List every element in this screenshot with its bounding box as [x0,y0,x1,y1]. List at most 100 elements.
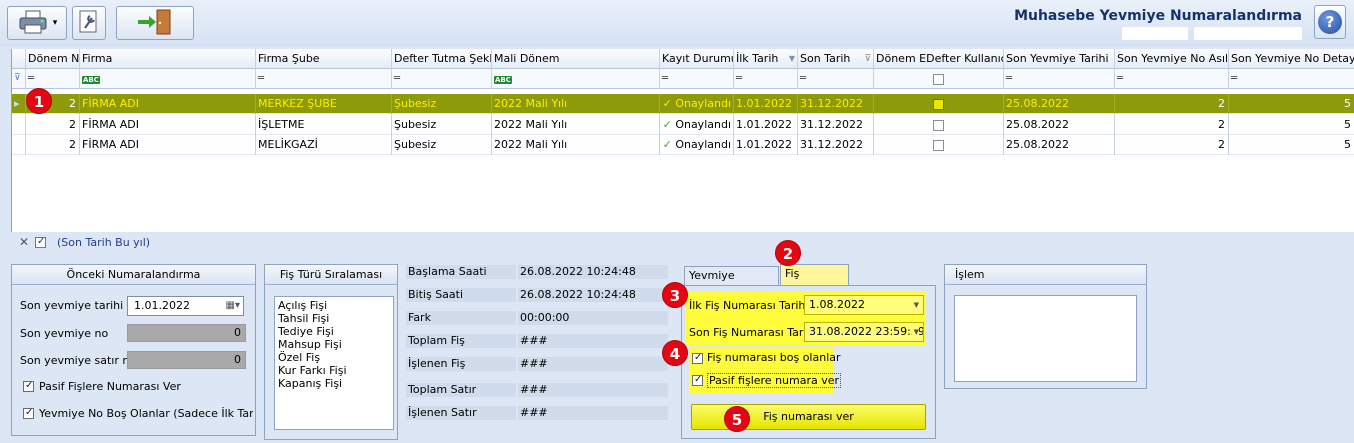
help-button[interactable]: ? [1314,5,1346,39]
filter-cell[interactable]: ═ [660,69,734,89]
tab-yevmiye-numarasi[interactable]: Yevmiye Numarası [684,266,779,300]
edefter-checkbox[interactable] [933,98,944,110]
col-son-yevmiye-asil[interactable]: Son Yevmiye No Asıl [1115,49,1229,69]
chevron-down-icon[interactable]: ▾ [53,18,58,28]
grid-header: Dönem No Firma Firma Şube Defter Tutma Ş… [12,49,1354,69]
filter-cell[interactable]: ═ [1229,69,1354,89]
yevmiye-bos-checkbox[interactable] [23,407,34,419]
chevron-down-icon: ▼ [911,323,919,341]
stat-label: Bitiş Saati [406,288,516,302]
list-item[interactable]: Tediye Fişi [278,325,390,338]
close-filter-icon[interactable]: ✕ [19,235,29,249]
settings-button[interactable] [72,6,106,40]
step-badge-5: 5 [724,406,750,432]
col-firma[interactable]: Firma [80,49,256,69]
ilk-fis-tarihi-combo[interactable]: 1.08.2022 ▼ [804,295,924,315]
stat-label: Toplam Fiş [406,334,516,348]
filter-row: ⊽ ═ ABC ═ ═ ABC ═ ═ ═ ═ ═ ═ [12,69,1354,89]
pasif-fislere-checkbox[interactable] [23,380,34,392]
tab-fis-numarasi[interactable]: Fiş Numarası [780,264,849,298]
pasif-fis-checkbox[interactable] [692,374,703,386]
calendar-icon[interactable]: ▦▾ [226,297,240,315]
page-title: Muhasebe Yevmiye Numaralandırma [1014,8,1302,24]
active-filter-text[interactable]: (Son Tarih Bu yıl) [57,236,150,249]
onceki-panel: Önceki Numaralandırma Son yevmiye tarihi… [11,264,256,436]
list-item[interactable]: Mahsup Fişi [278,338,390,351]
panel-title: Fiş Türü Sıralaması [265,265,397,285]
printer-icon [17,9,51,38]
stat-value: ### [518,357,668,371]
filter-cell[interactable]: ABC [80,69,256,89]
col-son-yevmiye-tarihi[interactable]: Son Yevmiye Tarihi [1004,49,1115,69]
filter-cell[interactable]: ═ [26,69,80,89]
filter-cell[interactable]: ═ [734,69,798,89]
filter-checkbox[interactable] [933,73,944,85]
stat-value: 00:00:00 [518,311,668,325]
col-son-tarih[interactable]: Son Tarih ⊽ [798,49,874,69]
check-icon: ✓ [662,97,672,110]
fis-numarasi-panel: İlk Fiş Numarası Tarihi 1.08.2022 ▼ Son F… [681,285,936,439]
check-icon: ✓ [662,118,672,131]
list-item[interactable]: Kapanış Fişi [278,377,390,390]
filter-cell[interactable]: ═ [1115,69,1229,89]
list-item[interactable]: Kur Farkı Fişi [278,364,390,377]
stat-label: İşlenen Fiş [406,357,516,371]
fis-turu-list[interactable]: Açılış Fişi Tahsil Fişi Tediye Fişi Mahs… [274,296,394,430]
col-edefter[interactable]: Dönem EDefter Kullanıcısı [874,49,1004,69]
filter-cell[interactable]: ABC [492,69,660,89]
islem-log [954,295,1137,382]
list-item[interactable]: Özel Fiş [278,351,390,364]
fis-bos-checkbox[interactable] [692,352,703,364]
filter-enable-checkbox[interactable] [35,236,46,248]
exit-button[interactable] [116,6,194,40]
exit-door-icon [135,8,175,39]
step-badge-2: 2 [775,240,801,266]
col-kayit-durumu[interactable]: Kayıt Durumu [660,49,734,69]
chevron-down-icon: ▼ [913,301,919,309]
stat-value: ### [518,334,668,348]
step-badge-1: 1 [26,88,52,114]
print-button[interactable]: ▾ [7,6,67,40]
filter-cell[interactable]: ═ [1004,69,1115,89]
table-row[interactable]: 2 FİRMA ADI MELİKGAZİ Şubesiz 2022 Mali … [12,135,1354,155]
son-yevmiye-tarihi-field[interactable]: 1.01.2022 ▦▾ [127,296,244,316]
stat-value: 26.08.2022 10:24:48 [518,288,668,302]
col-donem-no[interactable]: Dönem No [26,49,80,69]
stat-label: İşlenen Satır [406,406,516,420]
panel-title: Önceki Numaralandırma [12,265,255,285]
col-firma-sube[interactable]: Firma Şube [256,49,392,69]
wrench-icon [77,9,101,38]
step-badge-3: 3 [662,282,688,308]
stat-value: ### [518,383,668,397]
filter-cell[interactable] [874,69,1004,89]
stat-label: Başlama Saati [406,265,516,279]
table-row[interactable]: 2 FİRMA ADI İŞLETME Şubesiz 2022 Mali Yı… [12,115,1354,135]
filter-cell[interactable]: ═ [256,69,392,89]
stat-value: 26.08.2022 10:24:48 [518,265,668,279]
check-icon: ✓ [662,138,672,151]
son-yevmiye-no-field: 0 [127,324,246,342]
stat-label: Fark [406,311,516,325]
panel-title: İşlem [945,265,1146,285]
edefter-checkbox[interactable] [933,119,944,131]
table-row[interactable]: ▸ 2 FİRMA ADI MERKEZ ŞUBE Şubesiz 2022 M… [12,94,1354,114]
stat-value: ### [518,406,668,420]
islem-panel: İşlem [944,264,1147,389]
edefter-checkbox[interactable] [933,139,944,151]
col-ilk-tarih[interactable]: İlk Tarih ▼ [734,49,798,69]
col-defter-tutma[interactable]: Defter Tutma Şekli [392,49,492,69]
filter-row-icon: ⊽ [12,69,26,89]
filter-cell[interactable]: ═ [392,69,492,89]
col-son-yevmiye-detay[interactable]: Son Yevmiye No Detay [1229,49,1354,69]
list-item[interactable]: Tahsil Fişi [278,312,390,325]
active-filter-bar: ✕ (Son Tarih Bu yıl) [11,232,1354,254]
step-badge-4: 4 [662,340,688,366]
filter-icon: ⊽ [864,54,871,64]
info-box [1194,27,1302,40]
son-fis-tarihi-combo[interactable]: 31.08.2022 23:59:59 ▼ [804,322,924,342]
list-item[interactable]: Açılış Fişi [278,299,390,312]
toolbar: ▾ Muhasebe Yevmiye Numaralandırma ? [0,0,1354,47]
col-mali-donem[interactable]: Mali Dönem [492,49,660,69]
sort-icon: ▼ [788,54,795,63]
filter-cell[interactable]: ═ [798,69,874,89]
